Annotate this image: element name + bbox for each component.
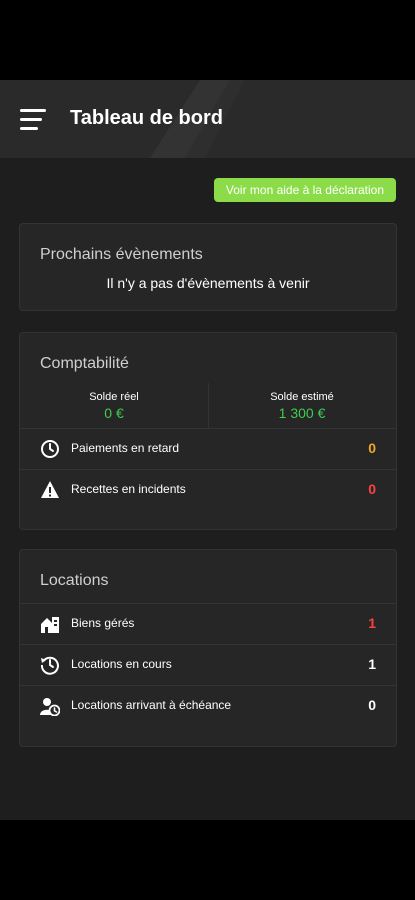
current-rentals-value: 1 — [368, 656, 376, 672]
current-rentals-label: Locations en cours — [71, 657, 172, 671]
locations-card: Locations Biens gérés 1 Locations en cou… — [19, 549, 397, 747]
top-bar: Tableau de bord — [0, 80, 415, 158]
expiring-rentals-label: Locations arrivant à échéance — [71, 698, 232, 712]
current-rentals-row[interactable]: Locations en cours 1 — [20, 644, 396, 685]
clock-icon — [41, 440, 59, 458]
events-empty-message: Il n'y a pas d'évènements à venir — [106, 275, 310, 291]
hamburger-menu-icon[interactable] — [20, 109, 46, 131]
real-balance-label: Solde réel — [89, 391, 139, 403]
expiring-rentals-row[interactable]: Locations arrivant à échéance 0 — [20, 685, 396, 726]
expiring-rentals-value: 0 — [368, 697, 376, 713]
incident-receipts-label: Recettes en incidents — [71, 482, 186, 496]
warning-icon — [41, 481, 59, 498]
late-payments-label: Paiements en retard — [71, 441, 180, 455]
estimated-balance[interactable]: Solde estimé 1 300 € — [208, 383, 396, 428]
real-balance[interactable]: Solde réel 0 € — [20, 383, 208, 428]
estimated-balance-label: Solde estimé — [270, 391, 334, 403]
incident-receipts-value: 0 — [368, 481, 376, 497]
locations-title: Locations — [40, 572, 109, 589]
history-clock-icon — [40, 656, 59, 675]
managed-properties-value: 1 — [368, 615, 376, 631]
accounting-card: Comptabilité Solde réel 0 € Solde estimé… — [19, 332, 397, 530]
real-balance-value: 0 € — [104, 405, 124, 421]
balances: Solde réel 0 € Solde estimé 1 300 € — [20, 383, 396, 428]
late-payments-row[interactable]: Paiements en retard 0 — [20, 428, 396, 469]
events-card: Prochains évènements Il n'y a pas d'évèn… — [19, 223, 397, 311]
incident-receipts-row[interactable]: Recettes en incidents 0 — [20, 469, 396, 510]
accounting-title: Comptabilité — [40, 355, 129, 372]
app-screen: Tableau de bord Voir mon aide à la décla… — [0, 80, 415, 820]
events-title: Prochains évènements — [40, 246, 203, 263]
page-title: Tableau de bord — [70, 107, 223, 129]
estimated-balance-value: 1 300 € — [278, 405, 326, 421]
buildings-icon — [41, 617, 59, 633]
managed-properties-row[interactable]: Biens gérés 1 — [20, 603, 396, 644]
user-clock-icon — [40, 698, 60, 716]
declaration-aid-button[interactable]: Voir mon aide à la déclaration — [213, 178, 396, 202]
managed-properties-label: Biens gérés — [71, 616, 135, 630]
late-payments-value: 0 — [368, 440, 376, 456]
